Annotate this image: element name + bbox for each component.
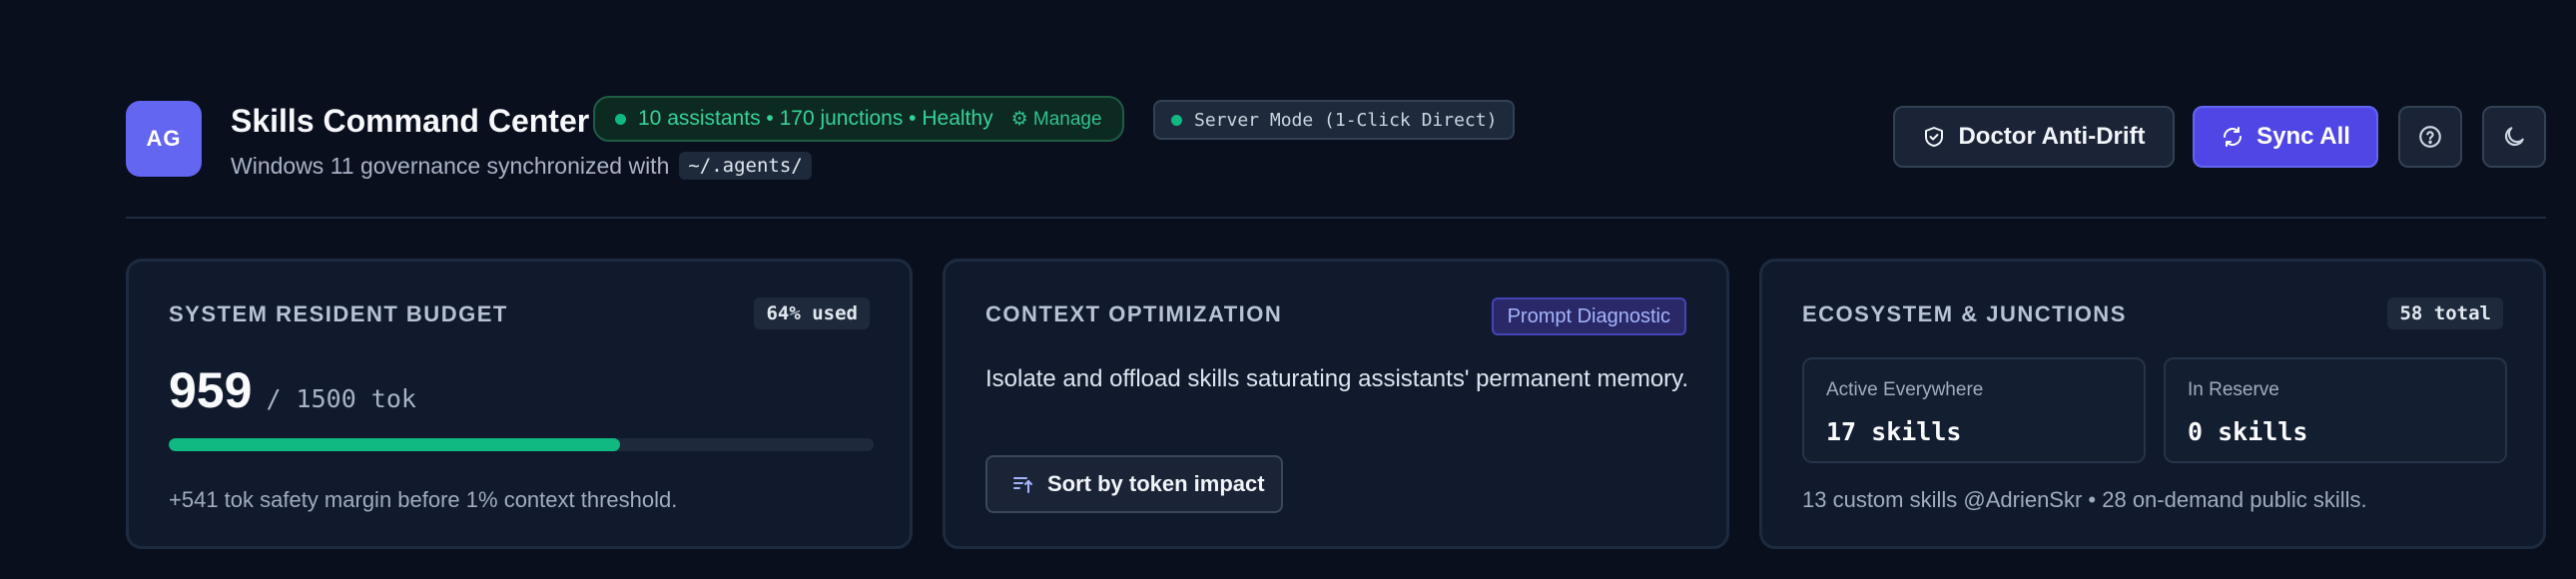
app-logo: AG [126,101,202,177]
agents-path-chip: ~/.agents/ [679,152,812,180]
health-status-text: 10 assistants • 170 junctions • Healthy [638,107,993,130]
budget-note: +541 tok safety margin before 1% context… [169,487,678,512]
doctor-anti-drift-button[interactable]: Doctor Anti-Drift [1893,106,2175,168]
moon-icon [2504,127,2524,147]
sync-all-button[interactable]: Sync All [2193,106,2378,168]
budget-card-label: SYSTEM RESIDENT BUDGET [169,301,508,326]
help-button[interactable] [2398,106,2462,168]
sort-arrow-icon [1013,477,1032,493]
reserve-stat-value: 0 skills [2188,417,2308,446]
ecosystem-card-label: ECOSYSTEM & JUNCTIONS [1802,301,2127,326]
server-mode-text: Server Mode (1-Click Direct) [1194,109,1498,131]
budget-progress-bar [169,438,874,451]
context-optimization-card: CONTEXT OPTIMIZATION Prompt Diagnostic I… [943,259,1729,549]
in-reserve-stat: In Reserve 0 skills [2164,357,2507,463]
logo-text: AG [146,126,182,151]
server-mode-badge: Server Mode (1-Click Direct) [1153,100,1516,140]
refresh-icon [2224,127,2243,147]
active-stat-label: Active Everywhere [1826,379,1984,400]
manage-link[interactable]: ⚙ Manage [1011,108,1102,131]
budget-total: / 1500 tok [266,384,416,413]
active-stat-value: 17 skills [1826,417,1962,446]
prompt-diagnostic-badge[interactable]: Prompt Diagnostic [1491,297,1686,335]
doctor-button-label: Doctor Anti-Drift [1958,123,2146,150]
budget-value: 959 / 1500 tok [169,361,416,419]
reserve-stat-label: In Reserve [2188,379,2279,400]
sort-button-label: Sort by token impact [1047,471,1265,496]
budget-used-value: 959 [169,362,253,418]
budget-card: SYSTEM RESIDENT BUDGET 64% used 959 / 15… [126,259,913,549]
page-title: Skills Command Center [231,102,590,139]
header-divider [126,217,2546,219]
context-description: Isolate and offload skills saturating as… [985,365,1689,392]
help-icon [2419,126,2441,148]
sort-by-token-impact-button[interactable]: Sort by token impact [985,455,1283,513]
status-dot-icon [615,113,626,125]
server-status-dot-icon [1171,114,1182,126]
ecosystem-total-badge: 58 total [2387,297,2503,329]
health-status-pill: 10 assistants • 170 junctions • Healthy … [593,96,1124,142]
budget-usage-badge: 64% used [754,297,870,329]
context-card-label: CONTEXT OPTIMIZATION [985,301,1283,326]
ecosystem-card: ECOSYSTEM & JUNCTIONS 58 total Active Ev… [1759,259,2546,549]
app-header: AG Skills Command Center 10 assistants •… [126,96,2546,186]
ecosystem-note: 13 custom skills @AdrienSkr • 28 on-dema… [1802,487,2367,512]
subtitle-text: Windows 11 governance synchronized with [231,152,670,179]
page-subtitle: Windows 11 governance synchronized with … [231,152,812,180]
shield-check-icon [1925,127,1944,147]
active-everywhere-stat: Active Everywhere 17 skills [1802,357,2146,463]
budget-progress-fill [169,438,620,451]
theme-toggle-button[interactable] [2482,106,2546,168]
sync-button-label: Sync All [2256,123,2350,150]
